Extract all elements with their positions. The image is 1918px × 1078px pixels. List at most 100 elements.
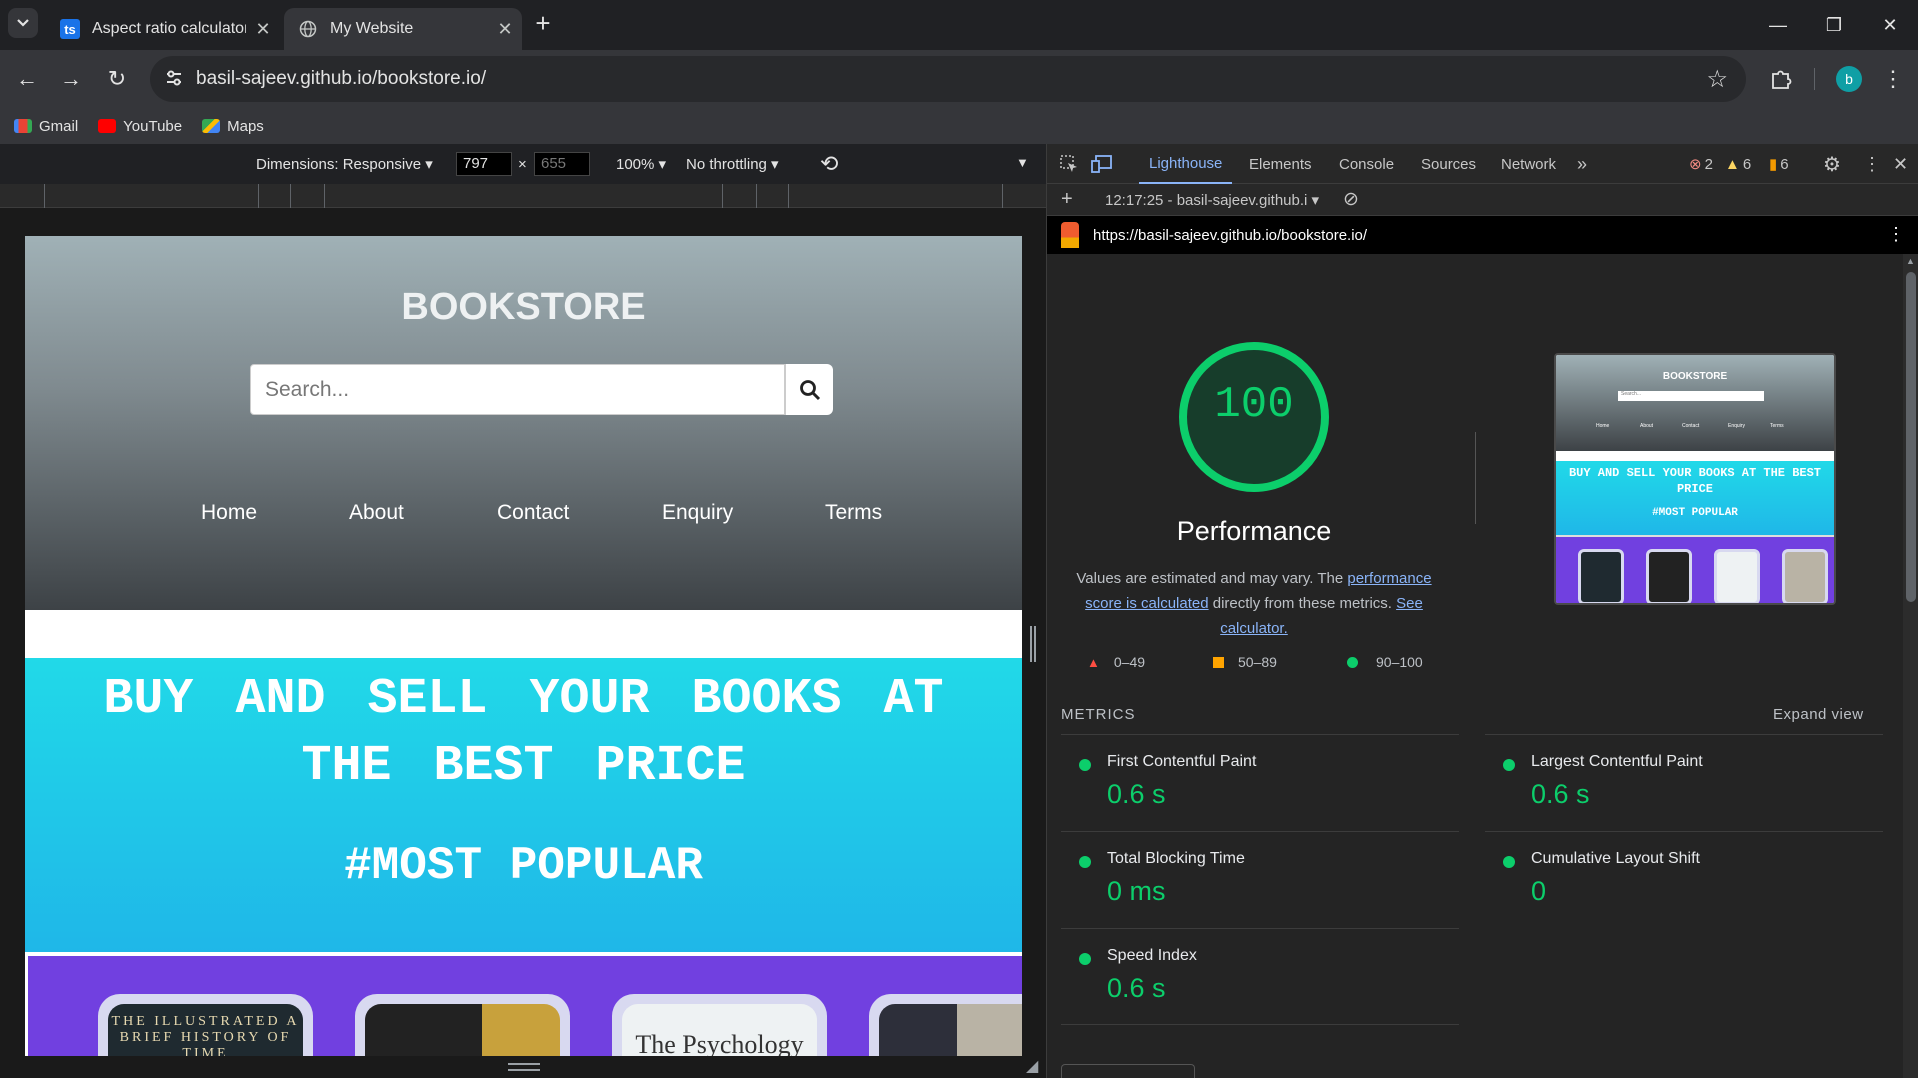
nav-terms[interactable]: Terms [825,501,882,525]
metric-name: Total Blocking Time [1107,850,1245,867]
metric-value: 0.6 s [1107,973,1166,1003]
zoom-select[interactable]: 100% ▾ [616,155,666,173]
new-tab-button[interactable]: + [528,8,558,38]
legend-label: 0–49 [1113,654,1146,670]
tab-search-button[interactable] [8,8,38,38]
chevron-down-icon [17,19,29,27]
devtools-tabbar: Lighthouse Elements Console Sources Netw… [1047,144,1918,184]
devtools-menu-icon[interactable]: ⋮ [1863,144,1881,184]
site-search-button[interactable] [785,364,833,415]
nav-about[interactable]: About [349,501,404,525]
legend-average: 50–89 [1213,654,1277,670]
promo-banner: BUY AND SELL YOUR BOOKS AT THE BEST PRIC… [25,658,1022,952]
more-options-icon[interactable]: ▼ [1016,155,1029,170]
book-card[interactable] [869,994,1022,1056]
book-card[interactable] [355,994,570,1056]
zoom-label: 100% [616,156,655,173]
book-cover [365,1004,560,1056]
tab-lighthouse[interactable]: Lighthouse [1139,144,1233,184]
thumb-nav-about: About [1640,423,1654,429]
pass-dot-icon [1079,856,1091,868]
bookmark-maps[interactable]: Maps [202,118,264,135]
rotate-icon[interactable]: ⟲ [820,151,838,177]
browser-menu-icon[interactable]: ⋮ [1878,64,1908,94]
report-menu-icon[interactable]: ⋮ [1887,224,1905,245]
bookmark-gmail[interactable]: Gmail [14,118,78,135]
lighthouse-icon [1061,222,1079,248]
globe-icon [298,19,318,39]
issue-count-text: 6 [1780,155,1789,173]
width-input[interactable]: 797 [456,152,512,176]
reload-icon[interactable]: ↻ [102,64,132,94]
more-tabs-icon[interactable]: » [1577,144,1587,184]
nav-contact[interactable]: Contact [497,501,569,525]
tab-network[interactable]: Network [1501,144,1556,184]
site-search-input[interactable]: Search... [250,364,785,415]
site-info-icon[interactable] [164,68,184,93]
dimensions-select[interactable]: Dimensions: Responsive ▾ [256,155,433,173]
book-card[interactable]: THE ILLUSTRATED A BRIEF HISTORY OF TIME [98,994,313,1056]
lighthouse-report: 100 Performance Values are estimated and… [1047,254,1903,1078]
tab-console[interactable]: Console [1339,144,1394,184]
nav-home[interactable]: Home [201,501,257,525]
device-toggle-icon[interactable] [1091,144,1113,184]
metric-name: Cumulative Layout Shift [1531,850,1700,867]
times-icon: × [518,156,527,173]
bookmark-youtube[interactable]: YouTube [98,118,182,135]
toolstud-favicon-icon: ts [60,19,80,39]
resize-corner-icon[interactable]: ◢ [1026,1056,1038,1076]
tab-aspect-ratio[interactable]: ts Aspect ratio calculator · toolstu ✕ [46,8,280,50]
metrics-header: METRICS [1061,706,1136,723]
issue-count[interactable]: ▮ 6 [1769,144,1789,184]
close-tab-icon[interactable]: ✕ [488,19,522,40]
bookmark-star-icon[interactable]: ☆ [1706,65,1728,94]
thumb-nav-contact: Contact [1682,423,1700,429]
books-section: THE ILLUSTRATED A BRIEF HISTORY OF TIME … [28,956,1022,1056]
lighthouse-toolbar: + 12:17:25 - basil-sajeev.github.i ▾ ⊘ [1047,184,1918,216]
book-cover: The Psychology [622,1004,817,1056]
bookmark-label: Gmail [39,117,79,135]
minimize-icon[interactable]: — [1750,0,1806,50]
book-card[interactable]: The Psychology [612,994,827,1056]
view-treemap-button[interactable] [1061,1064,1195,1078]
square-icon [1213,656,1224,668]
warning-count[interactable]: ▲ 6 [1725,144,1751,184]
back-arrow-icon[interactable]: ← [12,64,42,94]
tab-title: Aspect ratio calculator · toolstu [92,20,246,37]
close-devtools-icon[interactable]: ✕ [1893,144,1908,184]
tab-my-website[interactable]: My Website ✕ [284,8,522,50]
nav-enquiry[interactable]: Enquiry [662,501,733,525]
media-query-ruler[interactable] [0,184,1046,208]
close-tab-icon[interactable]: ✕ [246,19,280,40]
report-selector[interactable]: 12:17:25 - basil-sajeev.github.i ▾ [1105,191,1319,209]
settings-gear-icon[interactable]: ⚙ [1823,144,1841,184]
issue-icon: ▮ [1769,156,1778,173]
error-count[interactable]: ⊗ 2 [1689,144,1713,184]
ruler-tick [290,184,291,208]
extensions-icon[interactable] [1766,64,1796,94]
height-input[interactable]: 655 [534,152,590,176]
inspect-element-icon[interactable] [1059,144,1079,184]
expand-view-button[interactable]: Expand view [1773,706,1864,723]
forward-arrow-icon[interactable]: → [56,64,86,94]
url-text: basil-sajeev.github.io/bookstore.io/ [196,68,487,89]
legend-pass: 90–100 [1347,654,1423,670]
tab-elements[interactable]: Elements [1249,144,1312,184]
ruler-tick [756,184,757,208]
metric-lcp: Largest Contentful Paint 0.6 s [1485,734,1883,831]
new-report-icon[interactable]: + [1061,188,1073,211]
page-screenshot-thumbnail[interactable]: BOOKSTORE Search... Home About Contact E… [1554,353,1836,605]
profile-avatar[interactable]: b [1836,66,1862,92]
restore-icon[interactable]: ❐ [1806,0,1862,50]
resize-handle-bottom[interactable] [508,1063,540,1071]
clear-reports-icon[interactable]: ⊘ [1343,188,1359,211]
resize-handle-right[interactable] [1030,626,1036,662]
report-scrollbar[interactable]: ▲ [1903,254,1918,1078]
tab-sources[interactable]: Sources [1421,144,1476,184]
throttling-select[interactable]: No throttling ▾ [686,155,779,173]
address-bar[interactable]: basil-sajeev.github.io/bookstore.io/ ☆ [150,56,1746,102]
close-window-icon[interactable]: ✕ [1862,0,1918,50]
scroll-thumb[interactable] [1906,272,1916,602]
white-band [25,610,1022,658]
scroll-up-icon[interactable]: ▲ [1906,256,1915,266]
